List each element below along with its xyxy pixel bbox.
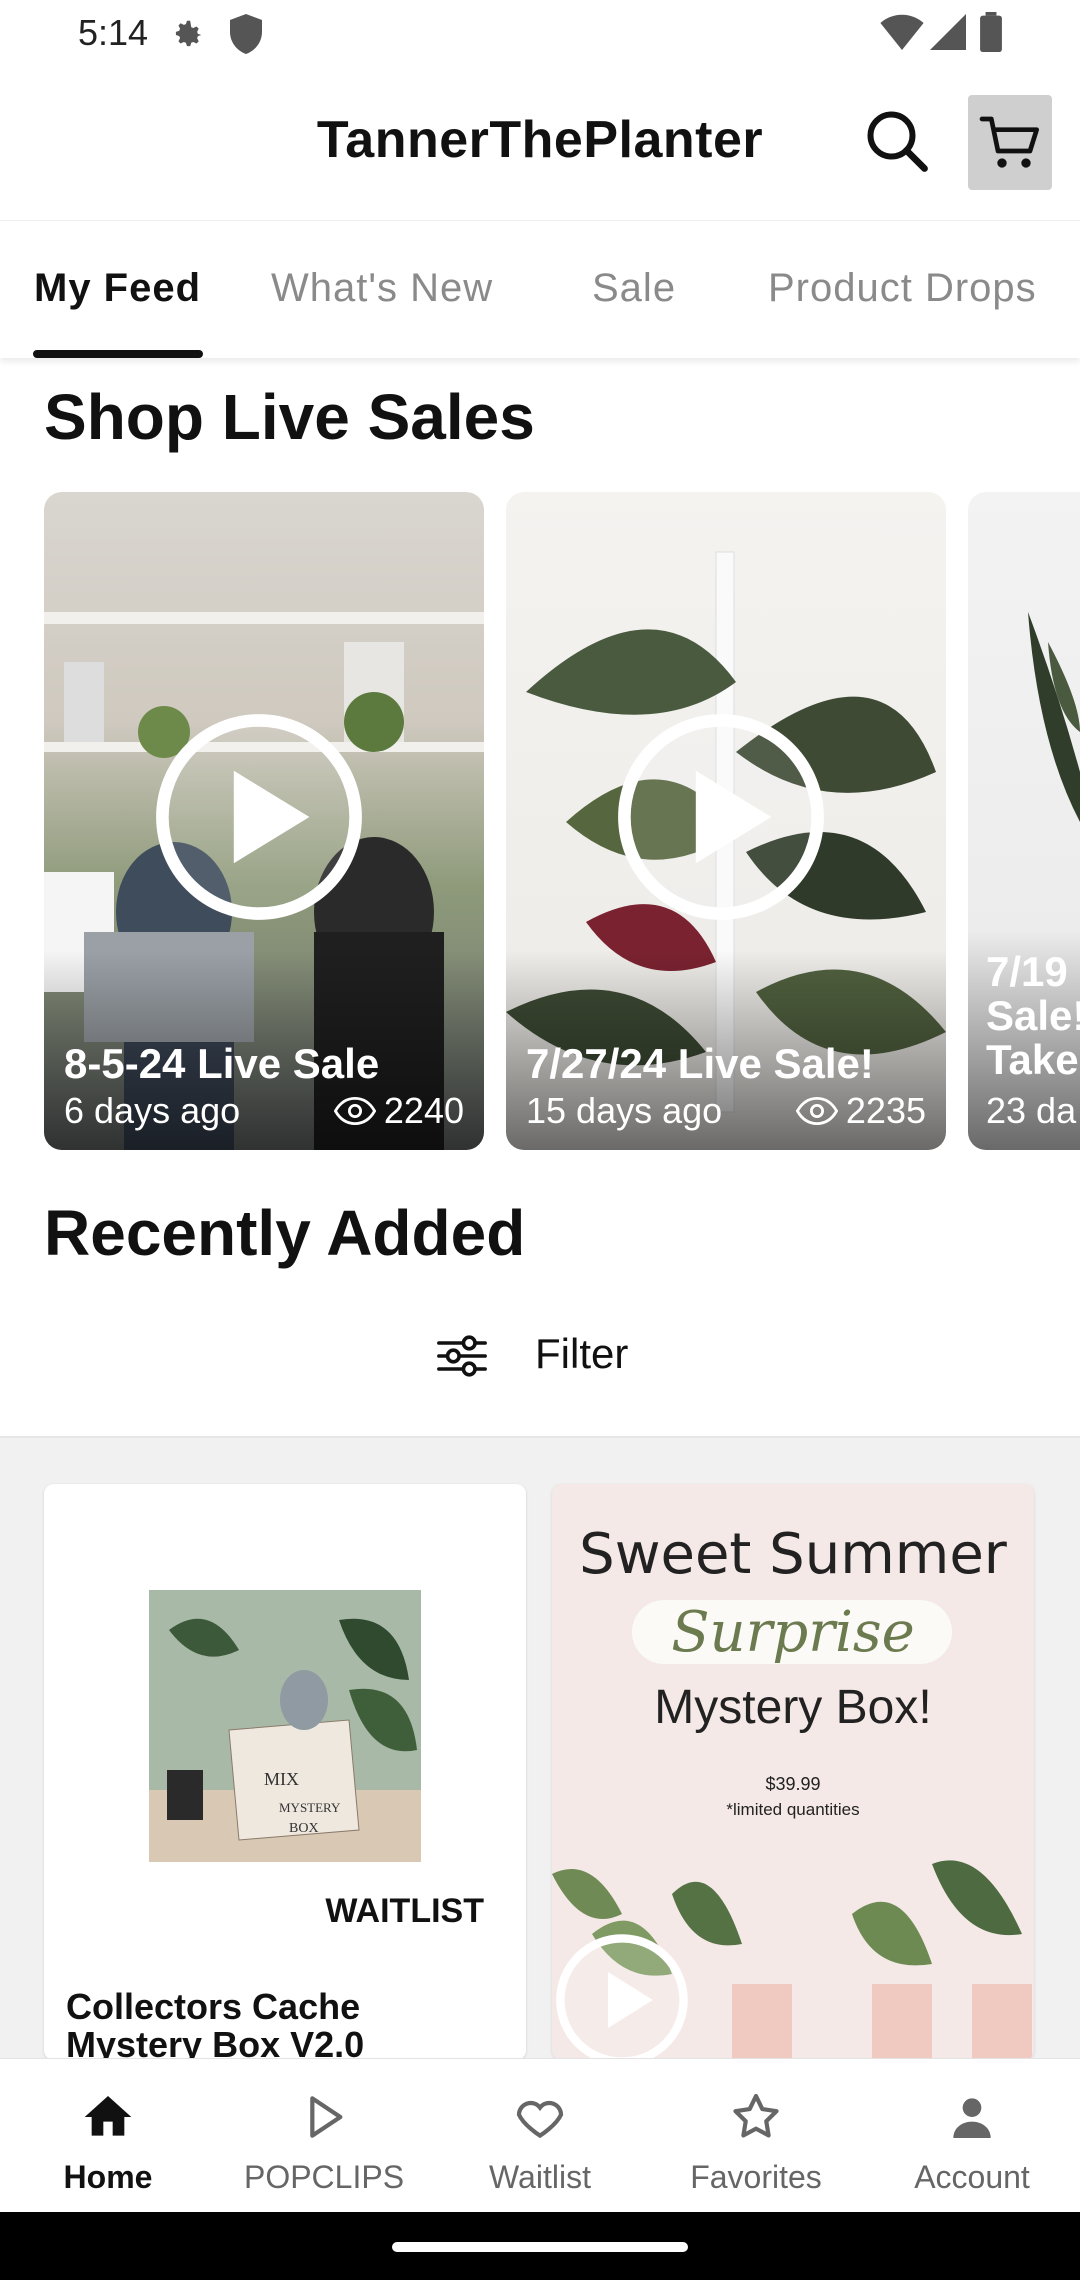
heart-icon xyxy=(516,2100,564,2139)
view-count-value: 2235 xyxy=(845,1090,926,1131)
tab-my-feed[interactable]: My Feed xyxy=(34,266,201,311)
play-icon xyxy=(310,2096,343,2138)
play-icon xyxy=(156,714,362,920)
battery-icon xyxy=(980,12,1002,52)
settings-icon xyxy=(175,20,202,47)
svg-text:MIX: MIX xyxy=(264,1769,299,1789)
live-sale-title: 8-5-24 Live Sale xyxy=(64,1040,380,1087)
live-sale-date: 6 days ago xyxy=(64,1090,241,1131)
view-count: 2235 xyxy=(795,1090,926,1132)
search-icon xyxy=(867,111,928,172)
tab-whats-new[interactable]: What's New xyxy=(271,266,493,311)
live-sale-date: 15 days ago xyxy=(526,1090,723,1131)
tab-product-drops[interactable]: Product Drops xyxy=(768,266,1037,311)
shield-icon xyxy=(230,14,262,54)
promo-price: $39.99 xyxy=(765,1774,821,1794)
nav-popclips-label: POPCLIPS xyxy=(243,2159,405,2195)
product-card[interactable]: MIX MYSTERY BOX WAITLIST Collectors Cach… xyxy=(44,1484,526,2060)
app-header: TannerThePlanter xyxy=(0,70,1080,221)
recently-added-title: Recently Added xyxy=(44,1197,526,1269)
nav-account-label: Account xyxy=(914,2159,1030,2195)
live-sale-card[interactable]: 8-5-24 Live Sale 6 days ago 2240 xyxy=(44,492,484,1150)
play-icon xyxy=(618,714,824,920)
product-image: MIX MYSTERY BOX xyxy=(149,1590,421,1862)
nav-popclips[interactable]: POPCLIPS xyxy=(216,2059,432,2213)
play-icon xyxy=(556,1934,688,2060)
svg-text:MYSTERY: MYSTERY xyxy=(279,1800,341,1815)
live-sale-card[interactable]: 7/27/24 Live Sale! 15 days ago 2235 xyxy=(506,492,946,1150)
nav-account[interactable]: Account xyxy=(864,2059,1080,2213)
home-gesture-handle[interactable] xyxy=(392,2242,688,2252)
sliders-icon xyxy=(437,1335,487,1377)
cart-icon xyxy=(979,116,1039,168)
live-sale-title: 7/19 Sale! Take xyxy=(986,948,1080,1083)
promo-note: *limited quantities xyxy=(726,1800,860,1819)
star-icon xyxy=(733,2093,779,2138)
system-gesture-bar xyxy=(0,2212,1080,2280)
promo-headline: Sweet Summer xyxy=(579,1522,1007,1587)
svg-text:BOX: BOX xyxy=(289,1821,319,1836)
product-card[interactable]: Sweet Summer Surprise Mystery Box! $39.9… xyxy=(552,1484,1034,2060)
product-name: Collectors Cache Mystery Box V2.0 xyxy=(66,1986,365,2061)
live-sales-title: Shop Live Sales xyxy=(44,381,535,453)
home-icon xyxy=(84,2096,132,2136)
nav-favorites-label: Favorites xyxy=(690,2159,822,2195)
filter-button[interactable]: Filter xyxy=(0,1300,1080,1410)
view-count: 2240 xyxy=(333,1090,464,1132)
live-sale-date: 23 da xyxy=(986,1090,1077,1131)
live-sale-title: 7/27/24 Live Sale! xyxy=(526,1040,874,1087)
waitlist-badge: WAITLIST xyxy=(325,1892,484,1930)
person-icon xyxy=(953,2098,991,2138)
nav-home-label: Home xyxy=(63,2159,153,2195)
status-time: 5:14 xyxy=(78,12,149,53)
search-button[interactable] xyxy=(860,104,932,176)
nav-waitlist[interactable]: Waitlist xyxy=(432,2059,648,2213)
active-tab-indicator xyxy=(33,350,203,358)
status-bar: 5:14 xyxy=(0,0,1080,70)
promo-script: Surprise xyxy=(671,1600,915,1665)
eye-icon xyxy=(333,1097,376,1125)
nav-waitlist-label: Waitlist xyxy=(489,2159,591,2195)
view-count-value: 2240 xyxy=(383,1090,464,1131)
tab-sale[interactable]: Sale xyxy=(592,266,676,311)
bottom-navigation: Home POPCLIPS Waitlist Favorites Account xyxy=(0,2058,1080,2213)
wifi-icon xyxy=(880,14,924,50)
feed-tabs: My Feed What's New Sale Product Drops xyxy=(0,222,1080,358)
nav-favorites[interactable]: Favorites xyxy=(648,2059,864,2213)
signal-icon xyxy=(930,14,966,50)
live-sale-card[interactable]: 7/19 Sale! Take 23 da xyxy=(968,492,1080,1150)
eye-icon xyxy=(795,1097,838,1125)
filter-label: Filter xyxy=(535,1330,629,1377)
nav-home[interactable]: Home xyxy=(0,2059,216,2213)
cart-button[interactable] xyxy=(968,95,1052,190)
promo-subhead: Mystery Box! xyxy=(654,1681,932,1734)
